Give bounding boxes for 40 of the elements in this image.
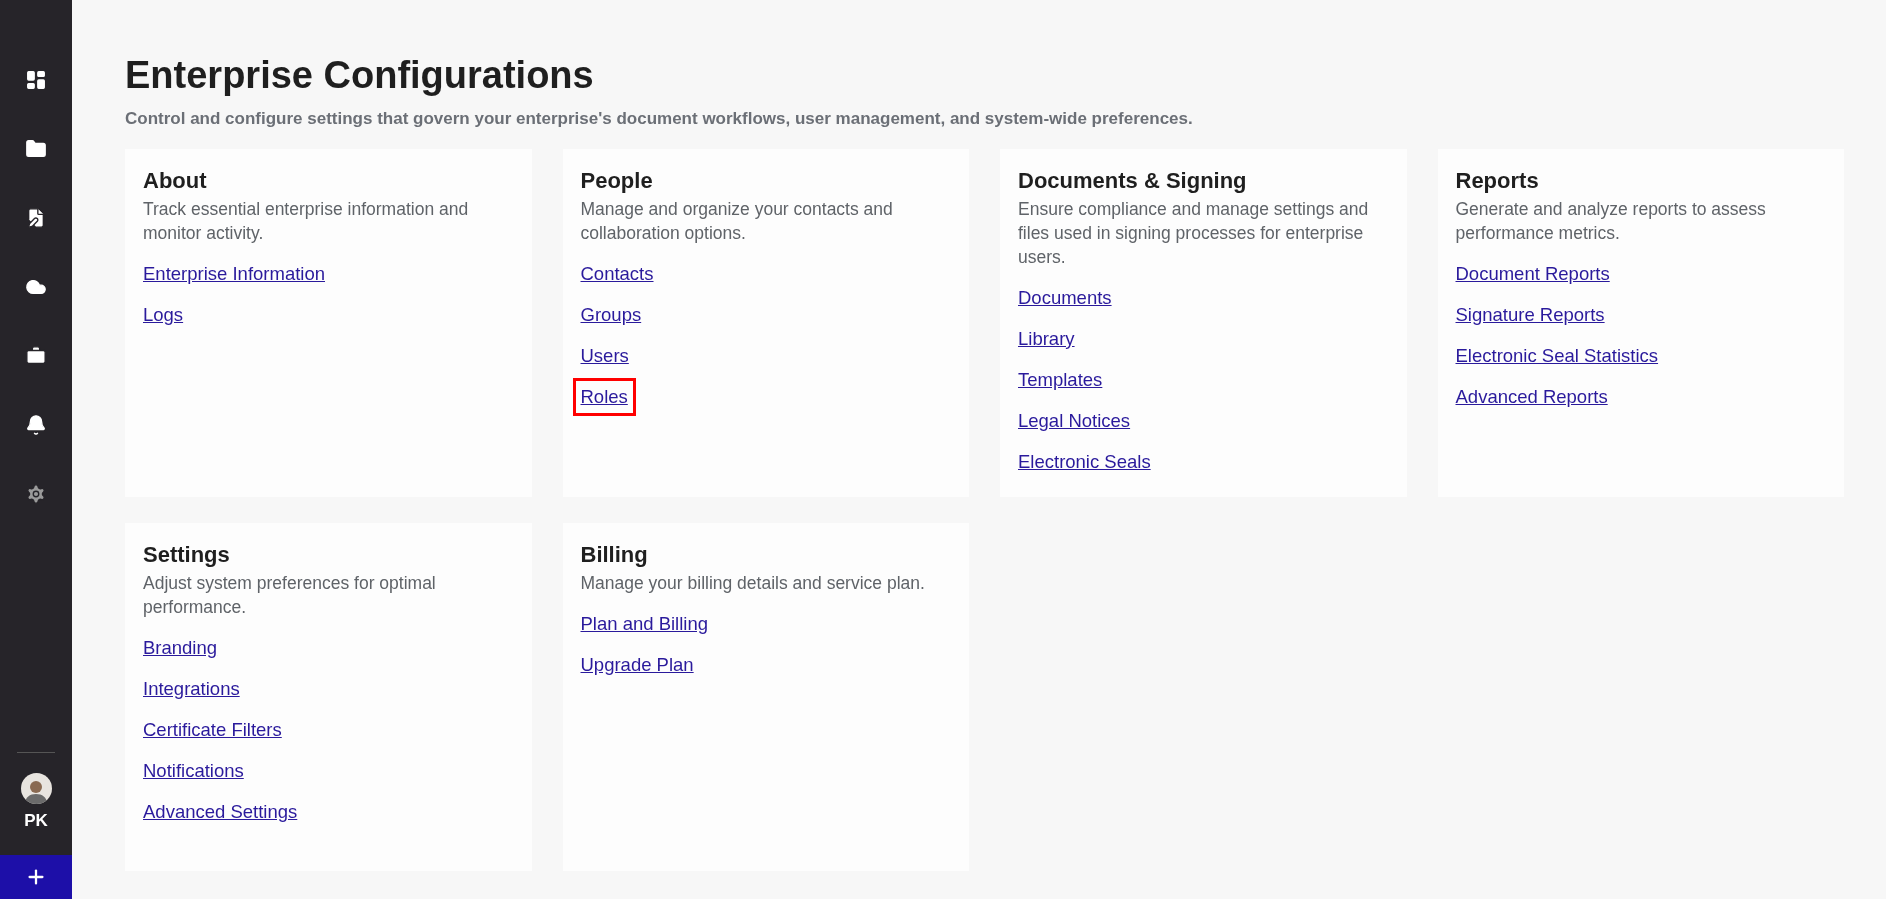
settings-link[interactable]: Integrations [135, 669, 248, 708]
settings-link[interactable]: Electronic Seals [1010, 442, 1159, 481]
settings-link[interactable]: Certificate Filters [135, 710, 290, 749]
settings-link[interactable]: Signature Reports [1447, 295, 1613, 334]
card-description: Adjust system preferences for optimal performance. [143, 571, 437, 619]
card-title: Settings [143, 541, 231, 569]
card-description: Manage your billing details and service plan. [580, 571, 926, 595]
settings-link[interactable]: Documents [1010, 278, 1120, 317]
dashboard-icon[interactable] [24, 68, 48, 92]
settings-link[interactable]: Logs [135, 295, 192, 334]
card-title: Reports [1455, 167, 1540, 195]
settings-link[interactable]: Advanced Reports [1447, 377, 1616, 416]
page-subtitle: Control and configure settings that govern your enterprise's document workflows, user management, and system-wide preferences. [125, 107, 1194, 130]
settings-link[interactable]: Advanced Settings [135, 792, 306, 831]
card-description: Manage and organize your contacts and collaboration options. [580, 197, 894, 245]
settings-link[interactable]: Legal Notices [1010, 401, 1139, 440]
settings-link[interactable]: Upgrade Plan [572, 645, 702, 684]
page-title: Enterprise Configurations [125, 55, 595, 97]
avatar[interactable] [20, 772, 52, 804]
settings-link[interactable]: Users [572, 336, 637, 375]
settings-link[interactable]: Plan and Billing [572, 604, 717, 643]
settings-link[interactable]: Roles [572, 377, 636, 416]
settings-link[interactable]: Electronic Seal Statistics [1447, 336, 1667, 375]
card-title: People [580, 167, 654, 195]
settings-link[interactable]: Groups [572, 295, 650, 334]
settings-link[interactable]: Enterprise Information [135, 254, 333, 293]
settings-link[interactable]: Branding [135, 628, 226, 667]
card-description: Ensure compliance and manage settings and files used in signing processes for enterprise users. [1018, 197, 1370, 269]
settings-link[interactable]: Notifications [135, 751, 252, 790]
settings-link[interactable]: Contacts [572, 254, 662, 293]
card-title: About [143, 167, 208, 195]
settings-link[interactable]: Document Reports [1447, 254, 1618, 293]
card-title: Documents & Signing [1018, 167, 1248, 195]
settings-link[interactable]: Library [1010, 319, 1083, 358]
card-description: Generate and analyze reports to assess performance metrics. [1455, 197, 1767, 245]
user-initials: PK [24, 809, 48, 832]
card-description: Track essential enterprise information and monitor activity. [143, 197, 470, 245]
card-title: Billing [580, 541, 649, 569]
bell-icon[interactable] [24, 413, 48, 437]
settings-link[interactable]: Templates [1010, 360, 1111, 399]
